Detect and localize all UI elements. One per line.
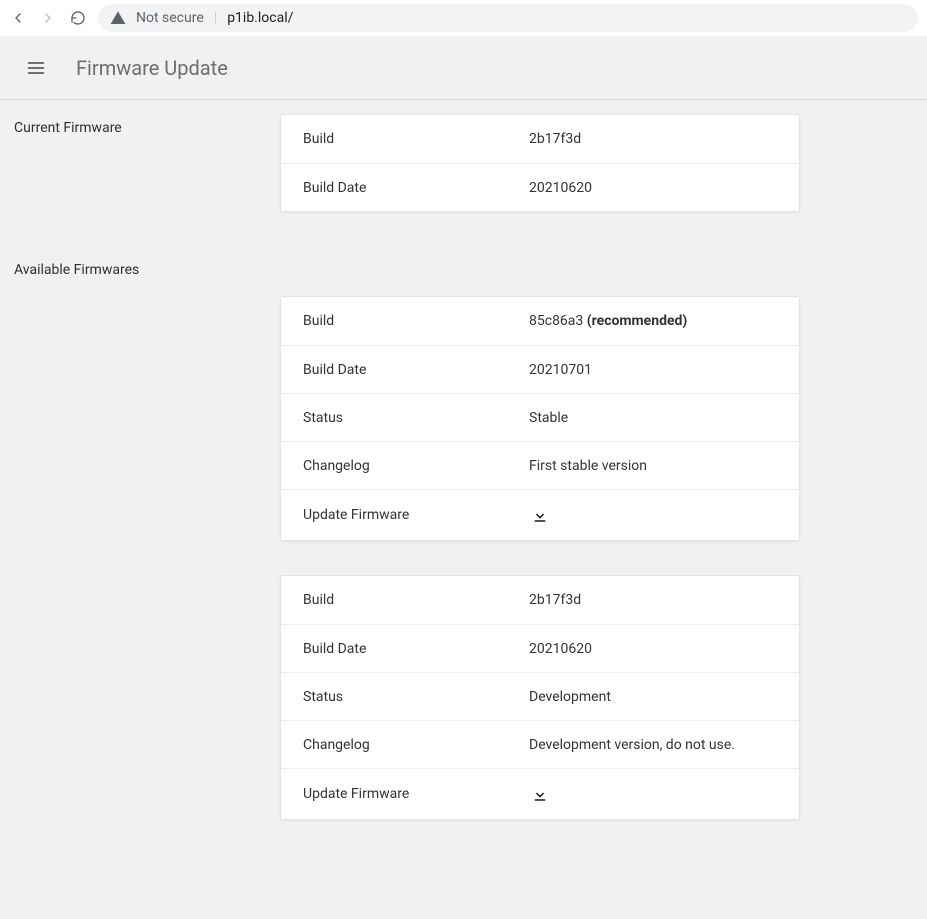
available-build-date-value: 20210701: [529, 362, 777, 378]
available-changelog-value: First stable version: [529, 458, 777, 474]
table-row: Status Development: [281, 672, 799, 720]
update-firmware-button[interactable]: [529, 783, 551, 805]
app-header: Firmware Update: [0, 36, 927, 100]
section-available-firmwares-label: Available Firmwares: [14, 262, 280, 278]
field-label-update-firmware: Update Firmware: [303, 786, 529, 802]
available-build-value: 2b17f3d: [529, 592, 777, 608]
current-build-value: 2b17f3d: [529, 131, 777, 147]
field-label-changelog: Changelog: [303, 458, 529, 474]
address-bar[interactable]: Not secure | p1ib.local/: [98, 4, 918, 32]
section-current-firmware-label: Current Firmware: [14, 120, 280, 136]
table-row: Build Date 20210701: [281, 345, 799, 393]
table-row: Update Firmware: [281, 768, 799, 819]
page-title: Firmware Update: [76, 56, 228, 80]
browser-toolbar: Not secure | p1ib.local/: [0, 0, 927, 36]
table-row: Build 85c86a3 (recommended): [281, 297, 799, 345]
field-label-status: Status: [303, 410, 529, 426]
available-changelog-value: Development version, do not use.: [529, 737, 777, 753]
reload-button[interactable]: [68, 8, 88, 28]
table-row: Changelog First stable version: [281, 441, 799, 489]
available-firmware-card: Build 85c86a3 (recommended) Build Date 2…: [280, 296, 800, 541]
table-row: Changelog Development version, do not us…: [281, 720, 799, 768]
available-build-value: 85c86a3 (recommended): [529, 313, 777, 329]
current-build-date-value: 20210620: [529, 180, 777, 196]
table-row: Update Firmware: [281, 489, 799, 540]
field-label-build-date: Build Date: [303, 362, 529, 378]
available-status-value: Stable: [529, 410, 777, 426]
table-row: Status Stable: [281, 393, 799, 441]
recommended-badge: (recommended): [587, 313, 688, 329]
available-status-value: Development: [529, 689, 777, 705]
table-row: Build Date 20210620: [281, 163, 799, 211]
field-label-changelog: Changelog: [303, 737, 529, 753]
menu-button[interactable]: [24, 56, 48, 80]
not-secure-icon: [110, 10, 126, 26]
back-button[interactable]: [8, 8, 28, 28]
security-label: Not secure: [136, 10, 204, 26]
field-label-build: Build: [303, 592, 529, 608]
field-label-build-date: Build Date: [303, 641, 529, 657]
url-text: p1ib.local/: [227, 10, 293, 26]
field-label-update-firmware: Update Firmware: [303, 507, 529, 523]
address-separator: |: [214, 10, 217, 26]
table-row: Build 2b17f3d: [281, 576, 799, 624]
field-label-build: Build: [303, 313, 529, 329]
available-firmware-card: Build 2b17f3d Build Date 20210620 Status…: [280, 575, 800, 820]
update-firmware-button[interactable]: [529, 504, 551, 526]
forward-button[interactable]: [38, 8, 58, 28]
available-build-date-value: 20210620: [529, 641, 777, 657]
field-label-build: Build: [303, 131, 529, 147]
field-label-status: Status: [303, 689, 529, 705]
table-row: Build 2b17f3d: [281, 115, 799, 163]
current-firmware-card: Build 2b17f3d Build Date 20210620: [280, 114, 800, 212]
field-label-build-date: Build Date: [303, 180, 529, 196]
table-row: Build Date 20210620: [281, 624, 799, 672]
